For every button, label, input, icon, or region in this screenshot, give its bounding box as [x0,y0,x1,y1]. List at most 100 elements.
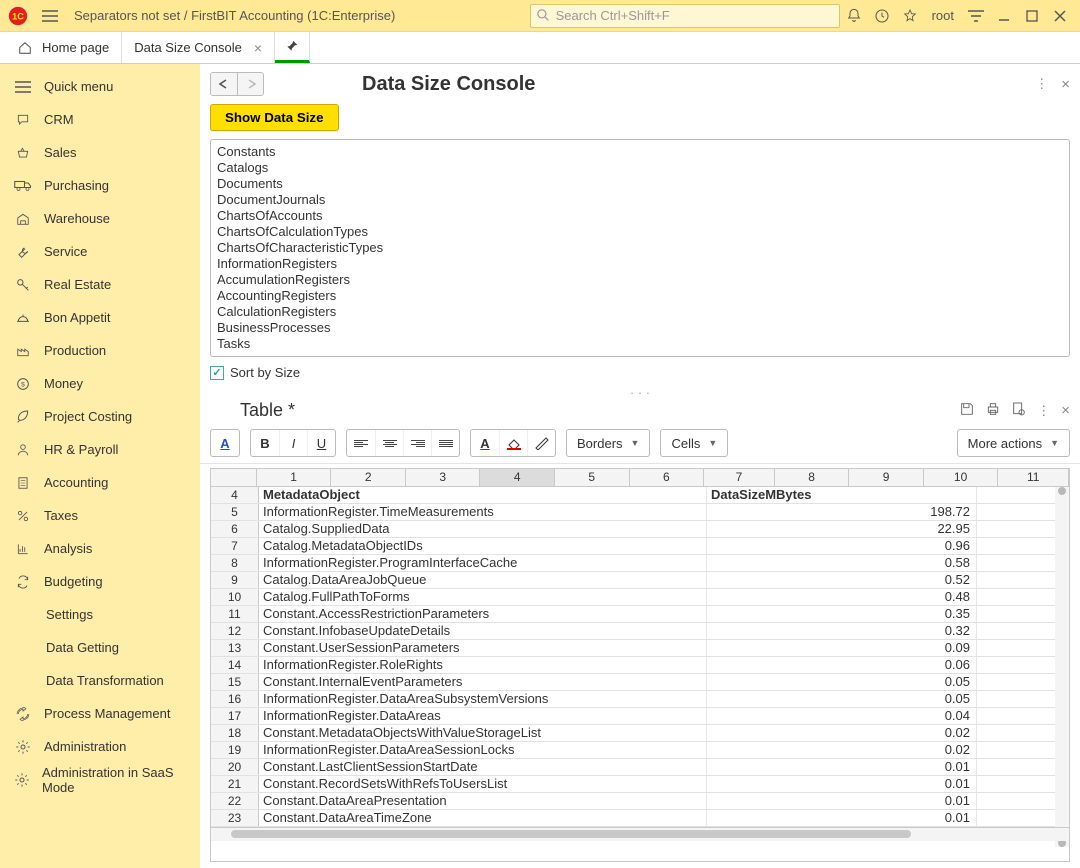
row-header[interactable]: 19 [211,742,259,758]
font-color-button[interactable]: A [471,430,499,456]
cell-data-size[interactable]: 0.52 [707,572,977,588]
table-row[interactable]: 9Catalog.DataAreaJobQueue0.52 [211,572,1069,589]
select-all-corner[interactable] [211,469,257,486]
sidebar-item-bon-appetit[interactable]: Bon Appetit [0,301,200,334]
cell-data-size[interactable]: 0.01 [707,810,977,826]
bold-button[interactable]: B [251,430,279,456]
row-header[interactable]: 17 [211,708,259,724]
row-header[interactable]: 11 [211,606,259,622]
cell-data-size[interactable]: 0.04 [707,708,977,724]
type-item[interactable]: Documents [217,176,1063,192]
table-row[interactable]: 23Constant.DataAreaTimeZone0.01 [211,810,1069,827]
close-window-icon[interactable] [1049,5,1071,27]
spreadsheet[interactable]: 1234567891011 4MetadataObjectDataSizeMBy… [210,468,1070,862]
tab-pinned[interactable] [275,32,310,63]
more-actions-dropdown[interactable]: More actions▼ [958,430,1069,456]
table-row[interactable]: 17InformationRegister.DataAreas0.04 [211,708,1069,725]
cell-data-size[interactable]: 0.35 [707,606,977,622]
table-row[interactable]: 6Catalog.SuppliedData22.95 [211,521,1069,538]
hamburger-icon[interactable] [39,5,61,27]
column-header[interactable]: 3 [406,469,481,486]
sidebar-item-data-getting[interactable]: Data Getting [0,631,200,664]
column-header[interactable]: 2 [331,469,406,486]
cells-dropdown[interactable]: Cells▼ [661,430,727,456]
cell-metadata-object[interactable]: MetadataObject [259,487,707,503]
sidebar-item-taxes[interactable]: Taxes [0,499,200,532]
row-header[interactable]: 8 [211,555,259,571]
cell-data-size[interactable]: 0.48 [707,589,977,605]
settings-filter-icon[interactable] [965,5,987,27]
cell-data-size[interactable]: 22.95 [707,521,977,537]
tab-home[interactable]: Home page [6,32,122,63]
row-header[interactable]: 23 [211,810,259,826]
row-header[interactable]: 18 [211,725,259,741]
cell-data-size[interactable]: 0.02 [707,725,977,741]
column-header[interactable]: 11 [998,469,1069,486]
table-row[interactable]: 22Constant.DataAreaPresentation0.01 [211,793,1069,810]
cell-data-size[interactable]: 0.01 [707,759,977,775]
search-input[interactable]: Search Ctrl+Shift+F [530,4,840,28]
row-header[interactable]: 6 [211,521,259,537]
cell-data-size[interactable]: 0.96 [707,538,977,554]
row-header[interactable]: 10 [211,589,259,605]
sidebar-item-administration-in-saas-mode[interactable]: Administration in SaaS Mode [0,763,200,796]
cell-metadata-object[interactable]: Catalog.DataAreaJobQueue [259,572,707,588]
align-left-button[interactable] [347,430,375,456]
bell-icon[interactable] [843,5,865,27]
preview-icon[interactable] [1011,401,1027,420]
save-icon[interactable] [959,401,975,420]
nav-forward-button[interactable] [237,73,263,95]
type-item[interactable]: Catalogs [217,160,1063,176]
sidebar-item-quick-menu[interactable]: Quick menu [0,70,200,103]
panel-menu-icon[interactable]: ⋮ [1035,76,1049,92]
table-row[interactable]: 12Constant.InfobaseUpdateDetails0.32 [211,623,1069,640]
type-item[interactable]: Constants [217,144,1063,160]
type-item[interactable]: BusinessProcesses [217,320,1063,336]
type-item[interactable]: Tasks [217,336,1063,352]
maximize-icon[interactable] [1021,5,1043,27]
cell-data-size[interactable]: DataSizeMBytes [707,487,977,503]
print-icon[interactable] [985,401,1001,420]
cell-data-size[interactable]: 0.09 [707,640,977,656]
cell-metadata-object[interactable]: Constant.DataAreaPresentation [259,793,707,809]
table-row[interactable]: 16InformationRegister.DataAreaSubsystemV… [211,691,1069,708]
type-item[interactable]: AccountingRegisters [217,288,1063,304]
row-header[interactable]: 12 [211,623,259,639]
cell-metadata-object[interactable]: Constant.InternalEventParameters [259,674,707,690]
row-header[interactable]: 20 [211,759,259,775]
table-row[interactable]: 20Constant.LastClientSessionStartDate0.0… [211,759,1069,776]
cell-metadata-object[interactable]: InformationRegister.DataAreas [259,708,707,724]
panel-close-icon[interactable]: × [1061,76,1070,93]
clear-format-button[interactable] [527,430,555,456]
cell-metadata-object[interactable]: InformationRegister.TimeMeasurements [259,504,707,520]
metadata-types-list[interactable]: ConstantsCatalogsDocumentsDocumentJourna… [210,139,1070,357]
sidebar-item-budgeting[interactable]: Budgeting [0,565,200,598]
sidebar-item-production[interactable]: Production [0,334,200,367]
sidebar-item-hr-payroll[interactable]: HR & Payroll [0,433,200,466]
row-header[interactable]: 16 [211,691,259,707]
cell-metadata-object[interactable]: Constant.MetadataObjectsWithValueStorage… [259,725,707,741]
cell-metadata-object[interactable]: Constant.AccessRestrictionParameters [259,606,707,622]
column-header[interactable]: 10 [924,469,999,486]
cell-data-size[interactable]: 0.05 [707,674,977,690]
cell-data-size[interactable]: 198.72 [707,504,977,520]
column-header[interactable]: 9 [849,469,924,486]
table-row[interactable]: 21Constant.RecordSetsWithRefsToUsersList… [211,776,1069,793]
cell-metadata-object[interactable]: Constant.UserSessionParameters [259,640,707,656]
star-icon[interactable] [899,5,921,27]
cell-data-size[interactable]: 0.05 [707,691,977,707]
type-item[interactable]: AccumulationRegisters [217,272,1063,288]
table-row[interactable]: 8InformationRegister.ProgramInterfaceCac… [211,555,1069,572]
table-row[interactable]: 18Constant.MetadataObjectsWithValueStora… [211,725,1069,742]
table-close-icon[interactable]: × [1061,402,1070,419]
sidebar-item-sales[interactable]: Sales [0,136,200,169]
sidebar-item-analysis[interactable]: Analysis [0,532,200,565]
borders-dropdown[interactable]: Borders▼ [567,430,649,456]
sidebar-item-warehouse[interactable]: Warehouse [0,202,200,235]
column-header[interactable]: 4 [480,469,555,486]
table-row[interactable]: 7Catalog.MetadataObjectIDs0.96 [211,538,1069,555]
type-item[interactable]: ChartsOfCalculationTypes [217,224,1063,240]
cell-metadata-object[interactable]: Constant.LastClientSessionStartDate [259,759,707,775]
minimize-icon[interactable] [993,5,1015,27]
sidebar-item-data-transformation[interactable]: Data Transformation [0,664,200,697]
